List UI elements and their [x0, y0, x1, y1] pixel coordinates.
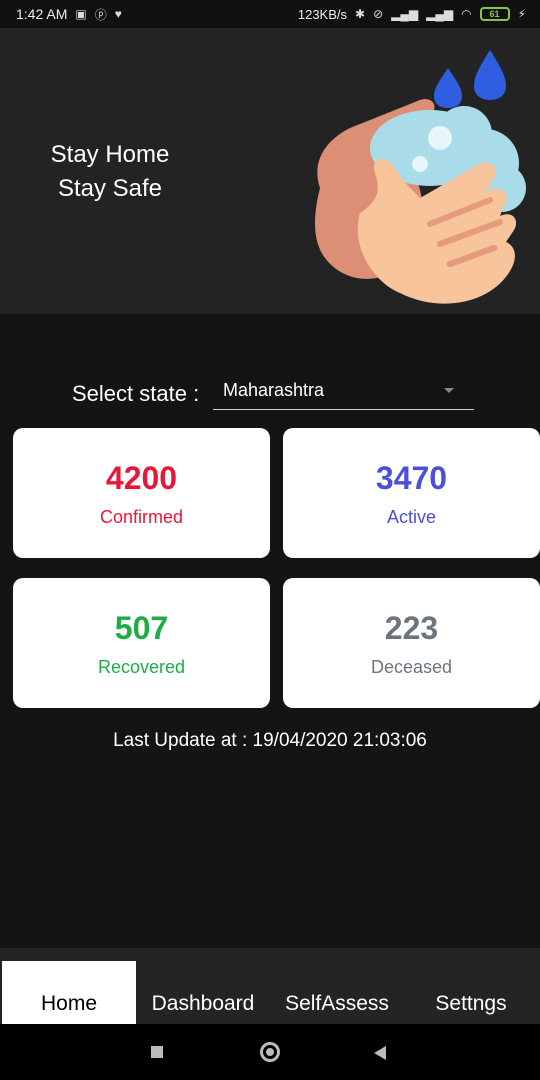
- state-dropdown-value: Maharashtra: [223, 380, 325, 400]
- system-navigation-bar: [0, 1024, 540, 1080]
- mute-icon: ⊘: [373, 7, 384, 21]
- recovered-card: 507 Recovered: [13, 578, 270, 708]
- state-selector-row: Select state : Maharashtra: [72, 374, 474, 414]
- bottom-navigation: Home Dashboard SelfAssess Settngs: [0, 948, 540, 1024]
- header-banner: Stay Home Stay Safe: [0, 28, 540, 314]
- active-count: 3470: [375, 459, 448, 496]
- battery-icon: 61: [479, 7, 510, 21]
- status-left: 1:42 AM ▣ ⓟ ♥: [16, 6, 122, 23]
- recovered-label: Recovered: [97, 656, 186, 677]
- confirmed-count: 4200: [105, 459, 178, 496]
- recovered-count: 507: [114, 609, 169, 646]
- status-right: 123KB/s ✱ ⊘ ▂▄▆ ▂▄▆ ◠ 61 ⚡: [298, 7, 526, 22]
- back-icon[interactable]: [374, 1046, 386, 1060]
- banner-line-2: Stay Safe: [57, 175, 163, 202]
- active-label: Active: [386, 506, 437, 527]
- notification-icon: ▣: [75, 7, 87, 21]
- status-bar: 1:42 AM ▣ ⓟ ♥ 123KB/s ✱ ⊘ ▂▄▆ ▂▄▆ ◠ 61 ⚡: [0, 0, 540, 28]
- handwash-icon: [315, 50, 526, 304]
- twitter-icon: ♥: [114, 7, 122, 21]
- deceased-count: 223: [384, 609, 439, 646]
- state-dropdown[interactable]: Maharashtra: [213, 378, 474, 410]
- charging-icon: ⚡: [517, 7, 526, 21]
- water-drop-icon-2: [474, 50, 506, 100]
- confirmed-card: 4200 Confirmed: [13, 428, 270, 558]
- active-card: 3470 Active: [283, 428, 540, 558]
- dropdown-arrow-icon: [444, 388, 454, 393]
- network-speed: 123KB/s: [297, 6, 348, 22]
- parking-icon: ⓟ: [94, 7, 107, 22]
- water-drop-icon: [434, 68, 462, 108]
- tab-selfassess[interactable]: SelfAssess: [270, 961, 404, 1024]
- tab-settings[interactable]: Settngs: [404, 961, 538, 1024]
- banner-text: Stay Home Stay Safe: [40, 138, 180, 206]
- home-icon[interactable]: [260, 1042, 280, 1062]
- status-time: 1:42 AM: [16, 6, 68, 22]
- tab-dashboard[interactable]: Dashboard: [136, 961, 270, 1024]
- state-label: Select state :: [72, 381, 200, 406]
- banner-line-1: Stay Home: [50, 141, 170, 168]
- bluetooth-icon: ✱: [355, 7, 366, 21]
- deceased-card: 223 Deceased: [283, 578, 540, 708]
- deceased-label: Deceased: [370, 656, 453, 677]
- confirmed-label: Confirmed: [99, 506, 184, 527]
- signal-icon-2: ▂▄▆: [426, 7, 454, 21]
- recent-apps-icon[interactable]: [151, 1046, 163, 1058]
- last-update-text: Last Update at : 19/04/2020 21:03:06: [113, 730, 427, 751]
- wifi-icon: ◠: [461, 7, 472, 21]
- signal-icon: ▂▄▆: [391, 7, 419, 21]
- tab-home[interactable]: Home: [2, 961, 136, 1024]
